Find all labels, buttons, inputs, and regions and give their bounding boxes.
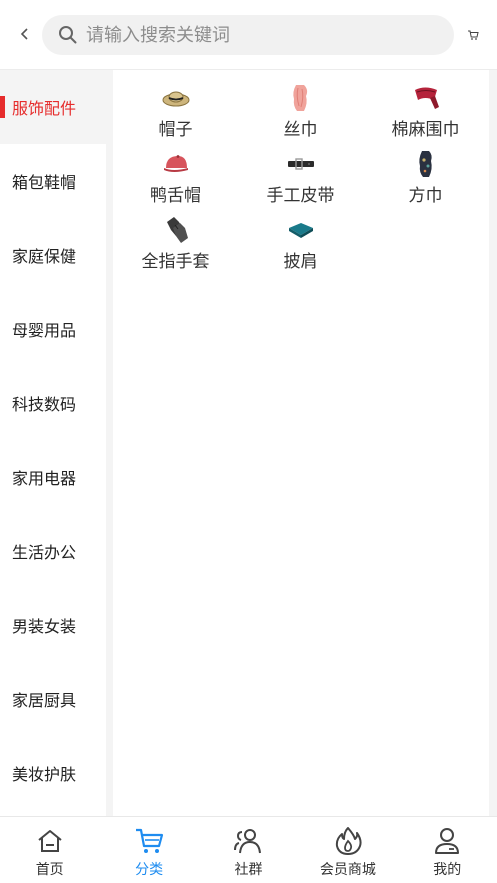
subcategory-square-scarf[interactable]: 方巾 <box>363 150 488 216</box>
sidebar-item-label: 母婴用品 <box>12 321 77 340</box>
baseball-cap-icon <box>161 150 191 178</box>
tab-label: 会员商城 <box>319 862 376 878</box>
tab-label: 我的 <box>433 862 462 878</box>
tab-member-mall[interactable]: 会员商城 <box>298 817 397 883</box>
search-bar[interactable] <box>42 15 454 55</box>
subcategory-label: 帽子 <box>158 120 193 140</box>
sidebar-item-office[interactable]: 生活办公 <box>0 514 106 588</box>
sidebar-item-label: 家居厨具 <box>12 691 77 710</box>
tab-home[interactable]: 首页 <box>0 817 99 883</box>
category-cart-icon <box>134 826 164 856</box>
sidebar-item-label: 科技数码 <box>12 395 77 414</box>
leather-belt-icon <box>286 150 316 178</box>
square-scarf-icon <box>411 150 441 178</box>
subcategory-grid: 帽子 丝巾 棉麻围巾 鸭舌帽 手工皮带 方巾 全指手套 披肩 <box>113 70 489 282</box>
bottom-tab-bar: 首页 分类 社群 会员商城 我的 <box>0 816 497 883</box>
linen-scarf-icon <box>411 84 441 112</box>
sidebar-item-label: 男装女装 <box>12 617 77 636</box>
sidebar-item-accessories[interactable]: 服饰配件 <box>0 70 106 144</box>
sidebar-item-label: 家庭保健 <box>12 247 77 266</box>
sidebar-item-digital[interactable]: 科技数码 <box>0 366 106 440</box>
sidebar-item-clothing[interactable]: 男装女装 <box>0 588 106 662</box>
sidebar-item-bags-shoes-hats[interactable]: 箱包鞋帽 <box>0 144 106 218</box>
subcategory-leather-belt[interactable]: 手工皮带 <box>238 150 363 216</box>
category-sidebar: 服饰配件 箱包鞋帽 家庭保健 母婴用品 科技数码 家用电器 生活办公 男装女装 … <box>0 70 106 816</box>
sidebar-item-appliances[interactable]: 家用电器 <box>0 440 106 514</box>
subcategory-label: 全指手套 <box>141 252 210 272</box>
sidebar-item-label: 箱包鞋帽 <box>12 173 77 192</box>
subcategory-label: 手工皮带 <box>266 186 335 206</box>
tab-category[interactable]: 分类 <box>99 817 198 883</box>
cart-button[interactable] <box>464 26 482 44</box>
gloves-icon <box>161 216 191 244</box>
sidebar-item-beauty[interactable]: 美妆护肤 <box>0 736 106 810</box>
subcategory-hat[interactable]: 帽子 <box>113 84 238 150</box>
sidebar-item-label: 美妆护肤 <box>12 765 77 784</box>
subcategory-label: 棉麻围巾 <box>391 120 460 140</box>
subcategory-label: 丝巾 <box>283 120 318 140</box>
cart-icon <box>468 30 479 40</box>
sidebar-item-kitchen[interactable]: 家居厨具 <box>0 662 106 736</box>
subcategory-baseball-cap[interactable]: 鸭舌帽 <box>113 150 238 216</box>
sidebar-item-mother-baby[interactable]: 母婴用品 <box>0 292 106 366</box>
sidebar-item-label: 生活办公 <box>12 543 77 562</box>
flame-icon <box>333 826 363 856</box>
sidebar-item-home-health[interactable]: 家庭保健 <box>0 218 106 292</box>
sidebar-item-label: 服饰配件 <box>12 99 77 118</box>
subcategory-linen-scarf[interactable]: 棉麻围巾 <box>363 84 488 150</box>
silk-scarf-icon <box>286 84 316 112</box>
search-input[interactable] <box>84 23 428 47</box>
subcategory-label: 披肩 <box>283 252 318 272</box>
tab-label: 分类 <box>135 862 164 878</box>
search-icon <box>58 25 78 45</box>
shawl-icon <box>286 216 316 244</box>
subcategory-shawl[interactable]: 披肩 <box>238 216 363 282</box>
subcategory-panel: 帽子 丝巾 棉麻围巾 鸭舌帽 手工皮带 方巾 全指手套 披肩 <box>113 70 489 816</box>
home-icon <box>35 826 65 856</box>
back-button[interactable] <box>14 22 36 46</box>
top-bar <box>0 0 497 70</box>
chevron-left-icon <box>20 28 28 40</box>
subcategory-silk-scarf[interactable]: 丝巾 <box>238 84 363 150</box>
subcategory-label: 方巾 <box>408 186 443 206</box>
tab-mine[interactable]: 我的 <box>398 817 497 883</box>
tab-label: 首页 <box>35 862 64 878</box>
tab-community[interactable]: 社群 <box>199 817 298 883</box>
subcategory-gloves[interactable]: 全指手套 <box>113 216 238 282</box>
sidebar-item-label: 家用电器 <box>12 469 77 488</box>
straw-hat-icon <box>161 84 191 112</box>
community-icon <box>233 826 263 856</box>
subcategory-label: 鸭舌帽 <box>150 186 201 206</box>
profile-icon <box>432 826 462 856</box>
tab-label: 社群 <box>234 862 263 878</box>
